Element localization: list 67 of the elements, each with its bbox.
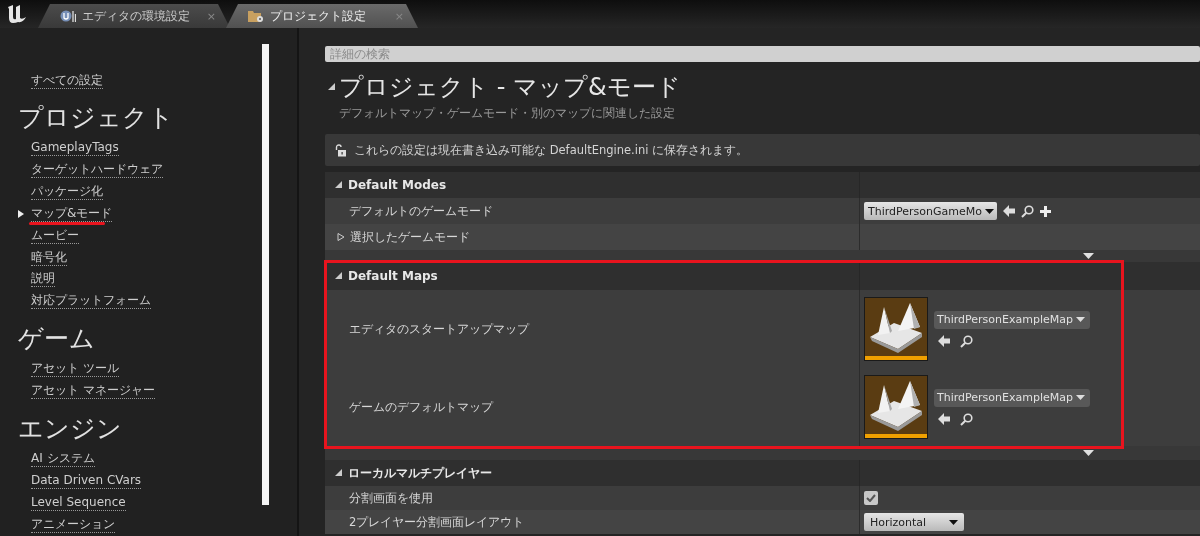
sidebar-link[interactable]: Data Driven CVars: [31, 473, 142, 490]
collapse-triangle-icon[interactable]: [335, 469, 343, 477]
sidebar-link[interactable]: 説明: [31, 271, 55, 288]
sidebar-link[interactable]: アセット ツール: [31, 361, 119, 378]
property-label: デフォルトのゲームモード: [349, 203, 493, 219]
scrollbar-thumb[interactable]: [262, 44, 269, 505]
category-heading: ゲーム: [17, 324, 96, 355]
caret-icon: [1076, 317, 1085, 322]
expand-triangle-icon[interactable]: [337, 233, 345, 241]
category-heading: プロジェクト: [17, 102, 175, 133]
property-label: エディタのスタートアップマップ: [349, 321, 529, 337]
collapse-triangle-icon[interactable]: [335, 272, 343, 280]
checkmark-icon: [866, 494, 876, 502]
sidebar-link[interactable]: アニメーション: [31, 517, 115, 534]
all-settings-link[interactable]: すべての設定: [31, 73, 103, 90]
section-header-bar[interactable]: Default Modes: [325, 172, 1200, 198]
sidebar-link[interactable]: パッケージ化: [31, 183, 103, 200]
sidebar-link[interactable]: ターゲットハードウェア: [31, 161, 163, 178]
collapse-triangle-icon[interactable]: [335, 181, 343, 189]
property-label: 選択したゲームモード: [350, 229, 470, 245]
sliders-icon: [60, 9, 76, 23]
page-subtitle: デフォルトマップ・ゲームモード・別のマップに関連した設定: [339, 106, 676, 122]
sidebar-link[interactable]: Level Sequence: [31, 495, 126, 512]
property-label: ゲームのデフォルトマップ: [349, 399, 493, 415]
tab[interactable]: プロジェクト設定 ×: [226, 4, 418, 28]
notice-text: これらの設定は現在書き込み可能な DefaultEngine.ini に保存されます。: [354, 142, 749, 158]
sidebar-link[interactable]: アセット マネージャー: [31, 383, 155, 400]
map-dropdown[interactable]: ThirdPersonExampleMap: [934, 310, 1090, 329]
search-icon[interactable]: [1021, 204, 1034, 218]
sidebar-link[interactable]: GameplayTags: [31, 139, 119, 156]
sidebar-link[interactable]: 暗号化: [31, 249, 67, 266]
search-icon[interactable]: [960, 412, 973, 426]
collapse-triangle-icon[interactable]: [328, 83, 336, 91]
layout-dropdown[interactable]: Horizontal: [864, 513, 964, 531]
sidebar-link[interactable]: ムービー: [31, 227, 79, 244]
page-title: プロジェクト - マップ&モード: [339, 72, 681, 103]
map-dropdown[interactable]: ThirdPersonExampleMap: [934, 388, 1090, 407]
caret-icon: [985, 208, 994, 214]
caret-icon: [1076, 395, 1085, 400]
section-header-bar[interactable]: ローカルマルチプレイヤー: [325, 460, 1200, 486]
arrow-left-icon[interactable]: [938, 335, 950, 347]
arrow-left-icon[interactable]: [1003, 205, 1015, 217]
expand-arrow-icon[interactable]: [1083, 450, 1094, 456]
unlocked-padlock-icon: [335, 143, 346, 157]
sidebar-link[interactable]: AI システム: [31, 451, 95, 468]
arrow-left-icon[interactable]: [938, 413, 950, 425]
caret-icon: [949, 519, 958, 525]
checkbox[interactable]: [864, 491, 878, 505]
property-label: 2プレイヤー分割画面レイアウト: [349, 514, 525, 530]
section-title: Default Modes: [348, 178, 447, 192]
map-thumbnail-icon[interactable]: [864, 297, 928, 361]
map-thumbnail-icon[interactable]: [864, 375, 928, 439]
plus-icon[interactable]: [1040, 205, 1051, 217]
section-header-bar[interactable]: Default Maps: [325, 262, 1200, 290]
property-label: 分割画面を使用: [349, 490, 433, 506]
section-title: Default Maps: [348, 269, 438, 283]
category-heading: エンジン: [17, 414, 123, 445]
section-title: ローカルマルチプレイヤー: [348, 464, 492, 482]
logo-icon[interactable]: [6, 4, 28, 24]
search-field[interactable]: 詳細の検索: [325, 46, 1200, 62]
expand-arrow-icon[interactable]: [1083, 253, 1094, 259]
sidebar-link[interactable]: 対応プラットフォーム: [31, 293, 151, 310]
class-dropdown[interactable]: ThirdPersonGameMo: [864, 202, 997, 220]
sidebar-link[interactable]: マップ&モード: [31, 205, 113, 222]
search-icon[interactable]: [960, 334, 973, 348]
tab[interactable]: エディタの環境設定 ×: [38, 4, 230, 28]
folder-gear-icon: [248, 9, 264, 23]
